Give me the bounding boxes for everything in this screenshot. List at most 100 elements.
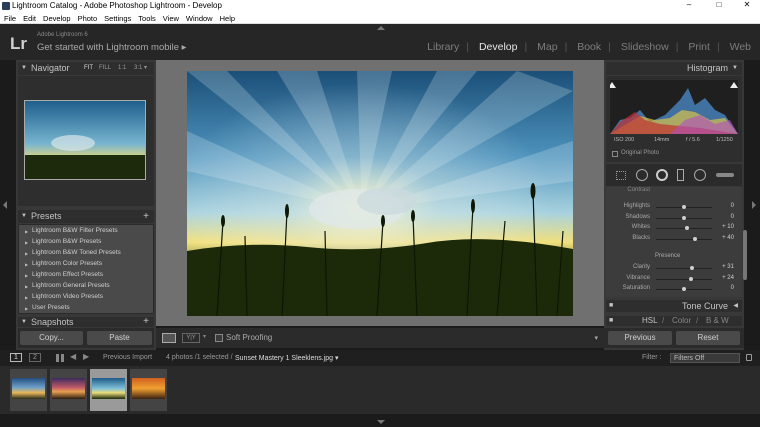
module-map[interactable]: Map [537,41,557,53]
toolbar-menu-icon[interactable]: ▾ [594,334,598,342]
module-library[interactable]: Library [427,41,459,53]
menu-photo[interactable]: Photo [74,12,101,23]
collapse-right-icon[interactable] [752,201,756,209]
zoom-fill[interactable]: FILL [99,62,111,75]
paste-button[interactable]: Paste [87,331,152,345]
whites-slider[interactable] [656,228,712,229]
saturation-value[interactable]: 0 [716,285,734,291]
filter-label: Filter : [642,354,662,361]
adjustment-brush-icon[interactable] [716,173,734,177]
close-icon[interactable]: ✕ [741,0,753,9]
page-1-button[interactable]: 1 [10,353,22,362]
blacks-slider[interactable] [656,238,712,240]
preset-folder[interactable]: Lightroom B&W Toned Presets [25,249,121,256]
original-photo-checkbox[interactable] [612,151,618,157]
preset-folder[interactable]: Lightroom Effect Presets [25,271,103,278]
menu-window[interactable]: Window [182,12,216,23]
vibrance-slider[interactable] [656,278,712,280]
mobile-promo-link[interactable]: Get started with Lightroom mobile ▸ [37,42,186,53]
menu-file[interactable]: File [0,12,19,23]
clarity-value[interactable]: + 31 [716,264,734,270]
filter-select[interactable]: Filters Off [670,353,740,363]
whites-value[interactable]: + 10 [716,224,734,230]
minimize-icon[interactable]: – [683,0,695,9]
histogram-chart[interactable] [610,80,738,134]
bw-tab[interactable]: B & W [706,316,729,326]
preset-folder[interactable]: Lightroom Video Presets [25,293,103,300]
shadows-slider-handle[interactable] [682,215,686,220]
add-preset-icon[interactable]: + [143,210,149,223]
source-label[interactable]: Previous Import [103,354,152,361]
tone-curve-header[interactable]: ■ Tone Curve ◀ [606,300,742,312]
add-snapshot-icon[interactable]: + [143,317,149,327]
clarity-slider[interactable] [656,268,712,269]
collapse-bottom-icon[interactable] [377,420,385,424]
forward-arrow-icon[interactable]: ▶ [83,352,89,361]
blacks-slider-handle[interactable] [693,236,698,241]
soft-proofing-checkbox[interactable] [215,334,223,342]
menu-settings[interactable]: Settings [100,12,134,23]
snapshots-header[interactable]: ▼ Snapshots + [18,317,154,327]
zoom-fit[interactable]: FIT [84,62,93,75]
radial-filter-icon[interactable] [694,169,706,181]
copy-button[interactable]: Copy... [20,331,83,345]
before-after-icon[interactable]: Y|Y [182,333,200,343]
whites-slider-handle[interactable] [684,226,689,230]
navigator-header[interactable]: ▼ Navigator FIT FILL 1:1 3:1 ▾ [18,62,154,75]
module-slideshow[interactable]: Slideshow [621,41,669,53]
before-after-dropdown-icon[interactable]: ▾ [203,333,206,340]
navigator-preview-image[interactable] [24,100,146,180]
menu-edit[interactable]: Edit [19,12,39,23]
filmstrip-thumbnail[interactable] [50,369,87,411]
preset-folder[interactable]: Lightroom General Presets [25,282,110,289]
grid-view-icon[interactable] [56,354,64,362]
presets-header[interactable]: ▼ Presets + [18,210,154,223]
vibrance-value[interactable]: + 24 [716,275,734,281]
collapse-left-icon[interactable] [3,201,7,209]
spot-removal-icon[interactable] [636,169,648,181]
hsl-header[interactable]: ■ HSL / Color / B & W [606,316,742,326]
bottom-edge [0,414,760,427]
module-book[interactable]: Book [577,41,601,53]
zoom-1to1[interactable]: 1:1 [118,62,126,75]
menu-help[interactable]: Help [216,12,238,23]
lock-icon[interactable] [746,354,752,361]
red-eye-icon[interactable] [656,169,668,181]
current-filename[interactable]: Sunset Mastery 1 Sleeklens.jpg ▾ [235,354,339,362]
module-print[interactable]: Print [688,41,710,53]
saturation-slider-handle[interactable] [682,287,686,291]
crop-tool-icon[interactable] [616,171,626,180]
zoom-3to1[interactable]: 3:1 ▾ [134,62,147,75]
menu-develop[interactable]: Develop [39,12,74,23]
highlights-value[interactable]: 0 [716,203,734,209]
preset-folder[interactable]: Lightroom B&W Filter Presets [25,227,118,234]
preset-folder[interactable]: User Presets [25,304,70,311]
filmstrip-thumbnail[interactable] [130,369,167,411]
filmstrip-thumbnail-selected[interactable] [90,369,127,411]
color-tab[interactable]: Color [672,316,691,326]
vibrance-slider-handle[interactable] [688,276,693,281]
exif-focal-length: 14mm [654,137,670,143]
menu-view[interactable]: View [159,12,182,23]
collapse-top-icon[interactable] [377,26,385,30]
maximize-icon[interactable]: □ [713,0,725,9]
page-2-button[interactable]: 2 [29,353,41,362]
filmstrip-thumbnail[interactable] [10,369,47,411]
reset-button[interactable]: Reset [676,331,740,345]
preset-folder[interactable]: Lightroom Color Presets [25,260,102,267]
previous-button[interactable]: Previous [608,331,672,345]
histogram-header[interactable]: Histogram ▼ [606,62,742,75]
menu-tools[interactable]: Tools [134,12,159,23]
blacks-value[interactable]: + 40 [716,235,734,241]
main-photo[interactable] [187,71,573,316]
highlights-slider-handle[interactable] [682,205,686,209]
shadows-value[interactable]: 0 [716,214,734,220]
graduated-filter-icon[interactable] [677,169,684,181]
module-develop[interactable]: Develop [479,41,518,53]
hsl-tab[interactable]: HSL [642,316,658,326]
right-panel-scrollbar[interactable] [743,230,747,280]
module-web[interactable]: Web [730,41,751,53]
preset-folder[interactable]: Lightroom B&W Presets [25,238,101,245]
loupe-view-icon[interactable] [162,333,176,343]
back-arrow-icon[interactable]: ◀ [70,352,76,361]
